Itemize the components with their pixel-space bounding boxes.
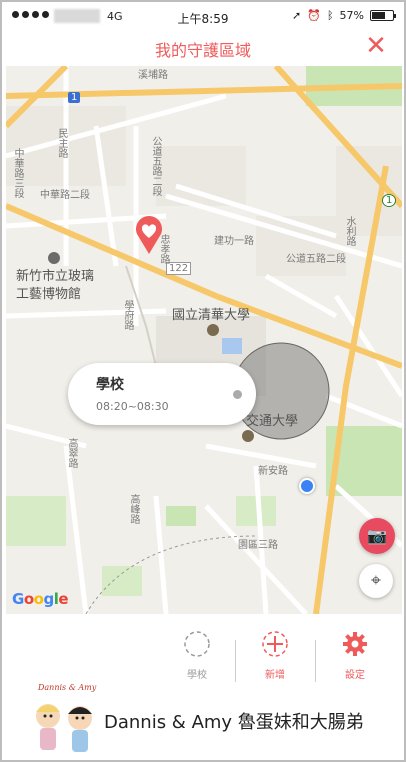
battery-percent: 57% (339, 9, 364, 22)
school-zone-button[interactable]: 學校 (167, 630, 227, 681)
school-zone-card[interactable]: 學校 08:20~08:30 (68, 363, 256, 425)
settings-label: 設定 (345, 670, 365, 681)
map-label-gaocui-rd: 高翠路 (66, 438, 77, 468)
current-location-dot (299, 478, 315, 494)
map-label-route-1: 1 (68, 92, 81, 103)
add-zone-button[interactable]: 新增 (245, 630, 305, 681)
map-label-gongdao-5: 公道五路二段 (150, 136, 161, 196)
gear-icon (343, 632, 367, 656)
logo-title: Dannis & Amy (38, 683, 97, 692)
map-label-gaofeng-rd: 高峰路 (128, 494, 139, 524)
map-label-jiangong-1: 建功一路 (214, 236, 254, 247)
school-zone-label: 學校 (187, 670, 207, 681)
zone-handle-dot[interactable] (233, 390, 242, 399)
map-label-xinan-rd: 新安路 (258, 466, 288, 477)
camera-button[interactable]: 📷 (359, 518, 395, 554)
dashed-circle-icon (184, 631, 210, 657)
school-zone-time: 08:20~08:30 (96, 400, 169, 413)
bluetooth-icon: ᛒ (326, 9, 334, 22)
battery-icon (370, 10, 396, 21)
map-label-minzhu-rd: 民主路 (56, 128, 67, 158)
alarm-icon: ⏰ (307, 9, 321, 22)
title-bar: 我的守護區域 ✕ (2, 30, 404, 66)
watermark: Dannis & Amy Dannis & Amy 魯蛋妹和大腸弟 (2, 680, 404, 758)
google-logo: Google (12, 590, 69, 608)
location-arrow-icon: ➚ (292, 9, 302, 22)
map-label-gongdao-5-2: 公道五路二段 (286, 254, 346, 265)
map-view[interactable]: 溪埔路 民主路 公道五路二段 中華路二段 中華路三段 建功一路 公道五路二段 水… (6, 66, 402, 614)
university-marker-icon[interactable] (207, 324, 219, 336)
page-title: 我的守護區域 (154, 41, 251, 60)
cartoon-characters-logo (36, 704, 92, 752)
museum-marker-icon[interactable] (48, 252, 60, 264)
map-label-water-li: 水利路 (344, 216, 355, 246)
map-label-nctu: 交通大學 (246, 414, 299, 429)
school-zone-name: 學校 (96, 377, 124, 393)
map-label-zhonghua-2: 中華路二段 (40, 190, 90, 201)
add-zone-label: 新增 (265, 670, 285, 681)
watermark-caption: Dannis & Amy 魯蛋妹和大腸弟 (104, 712, 364, 733)
map-label-yuanqu-3: 園區三路 (238, 540, 278, 551)
status-bar: 4G 上午8:59 ➚ ⏰ ᛒ 57% (2, 2, 404, 30)
heart-pin-icon[interactable] (134, 214, 164, 254)
status-right: ➚ ⏰ ᛒ 57% (292, 9, 396, 22)
settings-button[interactable]: 設定 (325, 630, 385, 681)
add-circle-icon (262, 631, 288, 657)
university-marker-icon-2[interactable] (242, 430, 254, 442)
map-label-xuefu-rd: 學府路 (122, 300, 133, 330)
close-button[interactable]: ✕ (362, 32, 390, 60)
map-label-road-north: 溪埔路 (138, 70, 168, 81)
map-label-nthu: 國立清華大學 (172, 308, 251, 323)
locate-button[interactable]: ⌖ (359, 564, 393, 598)
map-label-glass-museum: 新竹市立玻璃 工藝博物館 (16, 269, 95, 302)
action-divider (235, 640, 236, 682)
action-divider (315, 640, 316, 682)
map-label-zhonghua-3: 中華路三段 (12, 148, 23, 198)
